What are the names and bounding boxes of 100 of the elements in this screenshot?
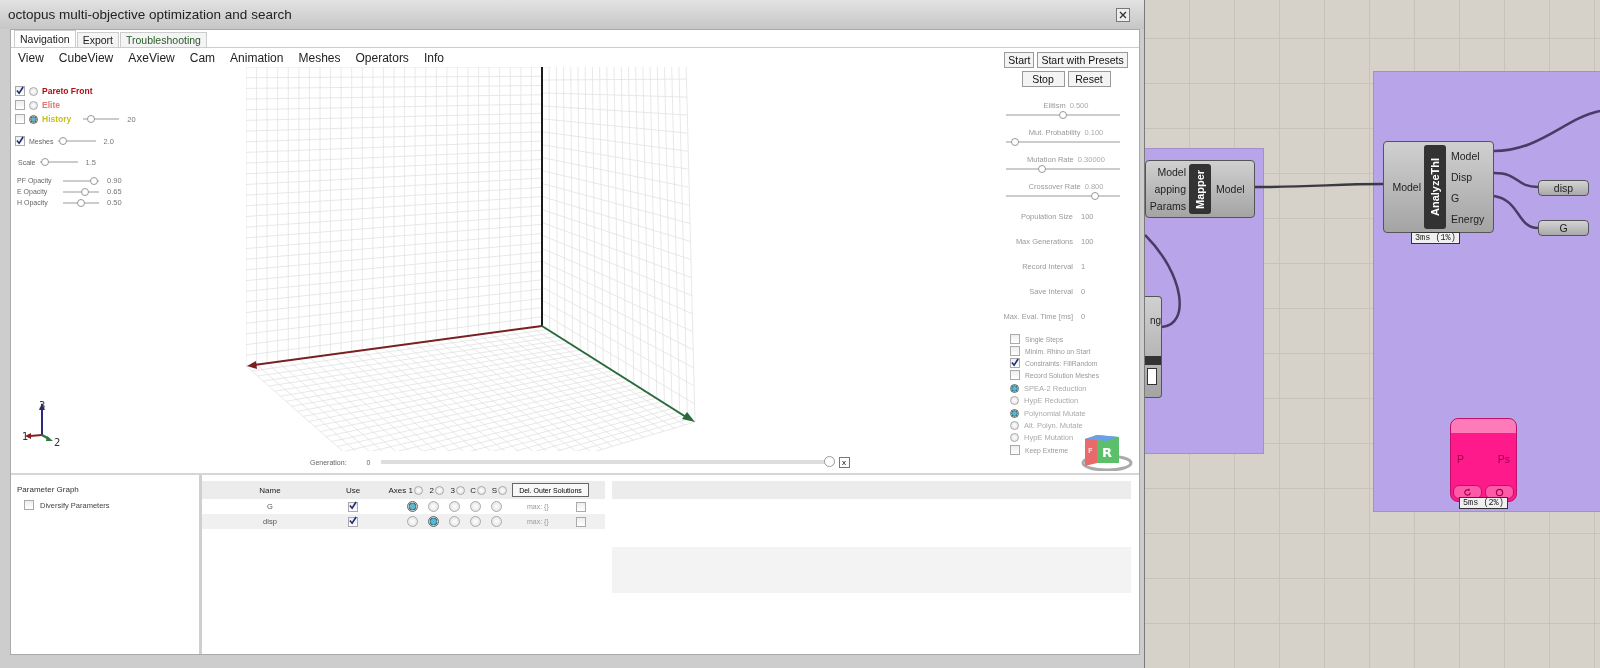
port-label: Disp bbox=[1451, 170, 1473, 183]
slider-thumb[interactable] bbox=[59, 137, 67, 145]
axis-label: 1 bbox=[22, 431, 29, 442]
port-label: Model bbox=[1216, 183, 1246, 195]
radio-button[interactable] bbox=[407, 501, 418, 512]
checkbox[interactable] bbox=[575, 501, 586, 512]
slider-thumb[interactable] bbox=[87, 115, 96, 123]
axis-label: 2 bbox=[429, 485, 434, 495]
checkbox[interactable] bbox=[575, 516, 586, 527]
menu-item[interactable]: AxeView bbox=[128, 50, 175, 65]
toggle-bar bbox=[1145, 356, 1161, 365]
toggle-box[interactable] bbox=[1147, 368, 1157, 385]
slider-thumb[interactable] bbox=[89, 176, 98, 185]
checkbox[interactable] bbox=[1010, 346, 1020, 356]
port-label: Model bbox=[1157, 166, 1186, 179]
param-node[interactable]: G bbox=[1538, 220, 1589, 236]
checkbox[interactable] bbox=[15, 100, 25, 110]
radio-button[interactable] bbox=[456, 485, 465, 495]
radio-button[interactable] bbox=[29, 86, 38, 96]
layer-label: Pareto Front bbox=[42, 86, 93, 96]
axis-label: 2 bbox=[54, 437, 61, 448]
node-title: Mapper bbox=[1189, 164, 1211, 214]
cube-face-label: R bbox=[1102, 445, 1112, 460]
slider-thumb[interactable] bbox=[1037, 165, 1046, 173]
radio-button[interactable] bbox=[449, 501, 460, 512]
slider-thumb[interactable] bbox=[41, 158, 49, 166]
menu-item[interactable]: Meshes bbox=[298, 50, 341, 65]
radio-button[interactable] bbox=[449, 516, 460, 527]
node-title: AnalyzeThI bbox=[1424, 145, 1446, 229]
checkbox[interactable] bbox=[1010, 445, 1020, 455]
port-label: Ps bbox=[1497, 453, 1510, 465]
axis-label: S bbox=[491, 485, 497, 495]
axis-label: C bbox=[470, 485, 476, 495]
tab[interactable]: Export bbox=[76, 32, 119, 47]
layer-label: History bbox=[42, 114, 72, 124]
checkbox[interactable] bbox=[1010, 334, 1020, 344]
radio-button[interactable] bbox=[1010, 408, 1019, 418]
column-header: Use bbox=[344, 485, 362, 495]
port-label: P bbox=[1457, 453, 1464, 465]
menu-item[interactable]: Animation bbox=[230, 50, 284, 65]
radio-button[interactable] bbox=[470, 516, 481, 527]
radio-button[interactable] bbox=[29, 114, 38, 124]
checkbox[interactable] bbox=[348, 501, 358, 512]
slider-thumb[interactable] bbox=[81, 187, 90, 196]
radio-button[interactable] bbox=[29, 100, 38, 110]
port-label: Model bbox=[1392, 181, 1421, 193]
wire bbox=[1493, 171, 1539, 189]
menu-item[interactable]: Info bbox=[423, 50, 444, 65]
axis-label: 3 bbox=[39, 400, 46, 412]
checkbox[interactable] bbox=[15, 136, 25, 146]
close-button[interactable]: x bbox=[838, 456, 850, 468]
radio-button[interactable] bbox=[428, 516, 439, 527]
radio-button[interactable] bbox=[407, 516, 418, 527]
slider-thumb[interactable] bbox=[823, 456, 835, 467]
component-node[interactable]: ng bbox=[1145, 296, 1162, 398]
checkbox[interactable] bbox=[24, 500, 34, 510]
slider-thumb[interactable] bbox=[1059, 111, 1067, 119]
radio-button[interactable] bbox=[435, 485, 444, 495]
checkbox[interactable] bbox=[15, 86, 25, 96]
radio-button[interactable] bbox=[1010, 432, 1019, 442]
timing-label: 5ms (2%) bbox=[1459, 497, 1508, 509]
radio-button[interactable] bbox=[498, 485, 507, 495]
menu-item[interactable]: CubeView bbox=[58, 50, 114, 65]
slider[interactable] bbox=[57, 137, 96, 145]
action-button[interactable]: Start bbox=[1004, 52, 1035, 68]
cube-icon bbox=[1081, 435, 1133, 471]
checkbox[interactable] bbox=[1010, 370, 1020, 380]
slider-thumb[interactable] bbox=[1011, 138, 1020, 146]
port-label: ng bbox=[1149, 315, 1161, 326]
param-node[interactable]: disp bbox=[1538, 180, 1589, 196]
action-button[interactable]: Stop bbox=[1021, 71, 1065, 87]
radio-button[interactable] bbox=[1010, 420, 1019, 430]
radio-button[interactable] bbox=[491, 516, 502, 527]
radio-button[interactable] bbox=[491, 501, 502, 512]
slider[interactable] bbox=[39, 158, 78, 166]
radio-button[interactable] bbox=[1010, 395, 1019, 405]
slider-thumb[interactable] bbox=[1090, 192, 1099, 200]
checkbox[interactable] bbox=[1010, 358, 1020, 368]
menu-item[interactable]: Cam bbox=[189, 50, 216, 65]
circle-icon bbox=[1495, 487, 1504, 497]
port-label: Params bbox=[1149, 199, 1186, 212]
radio-button[interactable] bbox=[428, 501, 439, 512]
close-button[interactable] bbox=[1116, 7, 1130, 22]
radio-button[interactable] bbox=[470, 501, 481, 512]
tab[interactable]: Troubleshooting bbox=[120, 32, 207, 47]
radio-button[interactable] bbox=[477, 485, 486, 495]
tab[interactable]: Navigation bbox=[14, 30, 76, 47]
checkbox[interactable] bbox=[15, 114, 25, 124]
radio-button[interactable] bbox=[1010, 383, 1019, 393]
radio-button[interactable] bbox=[414, 485, 423, 495]
menu-item[interactable]: Operators bbox=[355, 50, 409, 65]
slider-thumb[interactable] bbox=[77, 198, 85, 207]
checkbox[interactable] bbox=[348, 516, 358, 527]
port-label: Energy bbox=[1451, 212, 1486, 225]
port-label: Model bbox=[1451, 149, 1481, 162]
refresh-icon bbox=[1463, 487, 1472, 497]
menu-item[interactable]: View bbox=[18, 50, 44, 65]
action-button[interactable]: Reset bbox=[1067, 71, 1111, 87]
panel-title: Parameter Graph bbox=[17, 485, 80, 494]
action-button[interactable]: Start with Presets bbox=[1037, 52, 1128, 68]
